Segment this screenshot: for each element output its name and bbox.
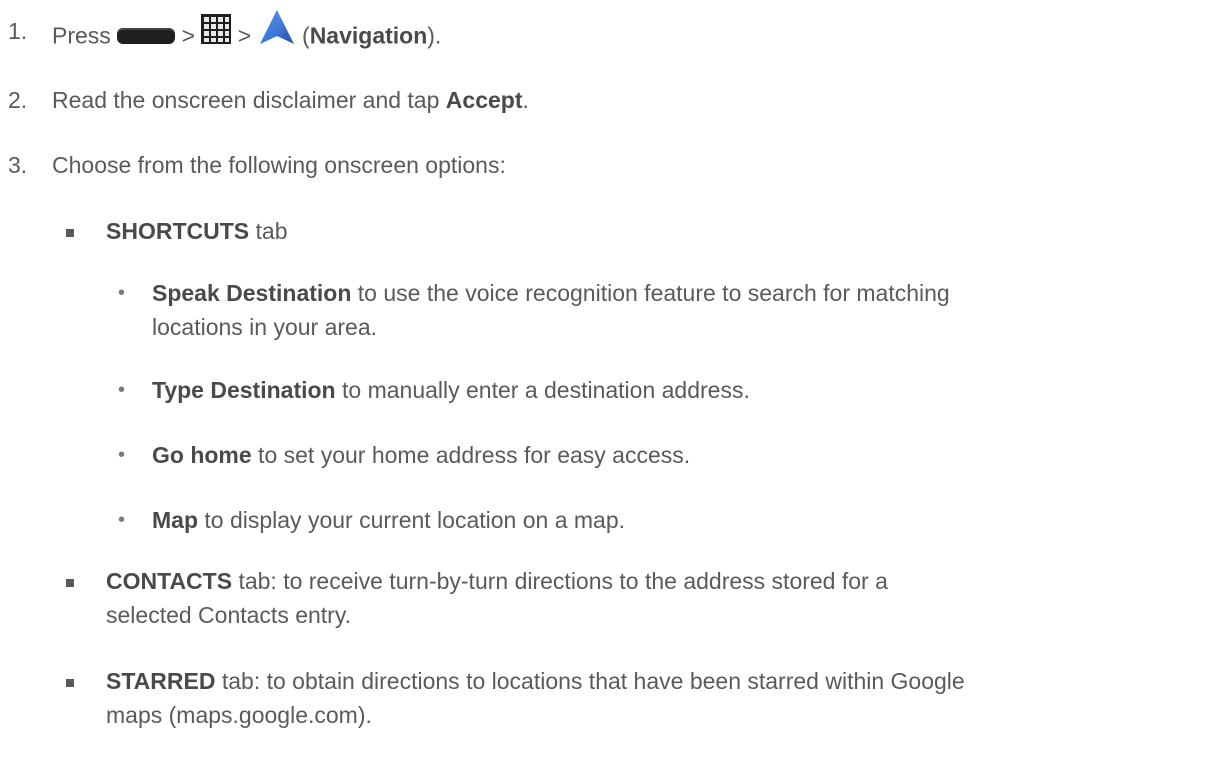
- step-text: Press: [52, 22, 111, 49]
- tab-name: SHORTCUTS: [106, 218, 250, 244]
- step-number: 1.: [8, 18, 28, 44]
- sub-title: Speak Destination: [152, 280, 352, 306]
- step-text: Read the onscreen disclaimer and tap: [52, 87, 446, 113]
- desc: to display your current location on a ma…: [198, 507, 626, 533]
- square-bullet: [66, 579, 74, 587]
- paren: ).: [427, 22, 442, 49]
- accept-label: Accept: [445, 87, 523, 113]
- desc: to use the voice recognition feature to …: [351, 280, 950, 306]
- navigation-arrow-icon: [258, 8, 296, 55]
- apps-grid-icon: [201, 14, 232, 53]
- step-text: Choose from the following onscreen optio…: [52, 152, 506, 178]
- tab-name: STARRED: [106, 668, 216, 694]
- sub-title: Map: [152, 507, 198, 533]
- desc: tab: to obtain directions to locations t…: [215, 668, 965, 694]
- desc: locations in your area.: [152, 314, 378, 340]
- desc: to set your home address for easy access…: [251, 442, 691, 468]
- separator: >: [181, 22, 196, 49]
- tab-name: CONTACTS: [106, 568, 233, 594]
- round-bullet: •: [118, 444, 126, 466]
- separator: >: [237, 22, 252, 49]
- square-bullet: [66, 679, 74, 687]
- square-bullet: [66, 229, 74, 237]
- desc: selected Contacts entry.: [106, 602, 352, 628]
- desc: maps (maps.google.com).: [106, 702, 372, 728]
- round-bullet: •: [118, 282, 126, 304]
- punct: .: [522, 87, 529, 113]
- round-bullet: •: [118, 509, 126, 531]
- navigation-label: Navigation: [309, 22, 428, 49]
- sub-title: Type Destination: [152, 377, 336, 403]
- round-bullet: •: [118, 379, 126, 401]
- desc: tab: to receive turn-by-turn directions …: [232, 568, 888, 594]
- home-key-icon: [117, 27, 176, 44]
- paren: (: [302, 22, 310, 49]
- step-number: 2.: [8, 87, 28, 113]
- sub-title: Go home: [152, 442, 252, 468]
- desc: to manually enter a destination address.: [335, 377, 750, 403]
- desc: tab: [249, 218, 288, 244]
- step-number: 3.: [8, 152, 28, 178]
